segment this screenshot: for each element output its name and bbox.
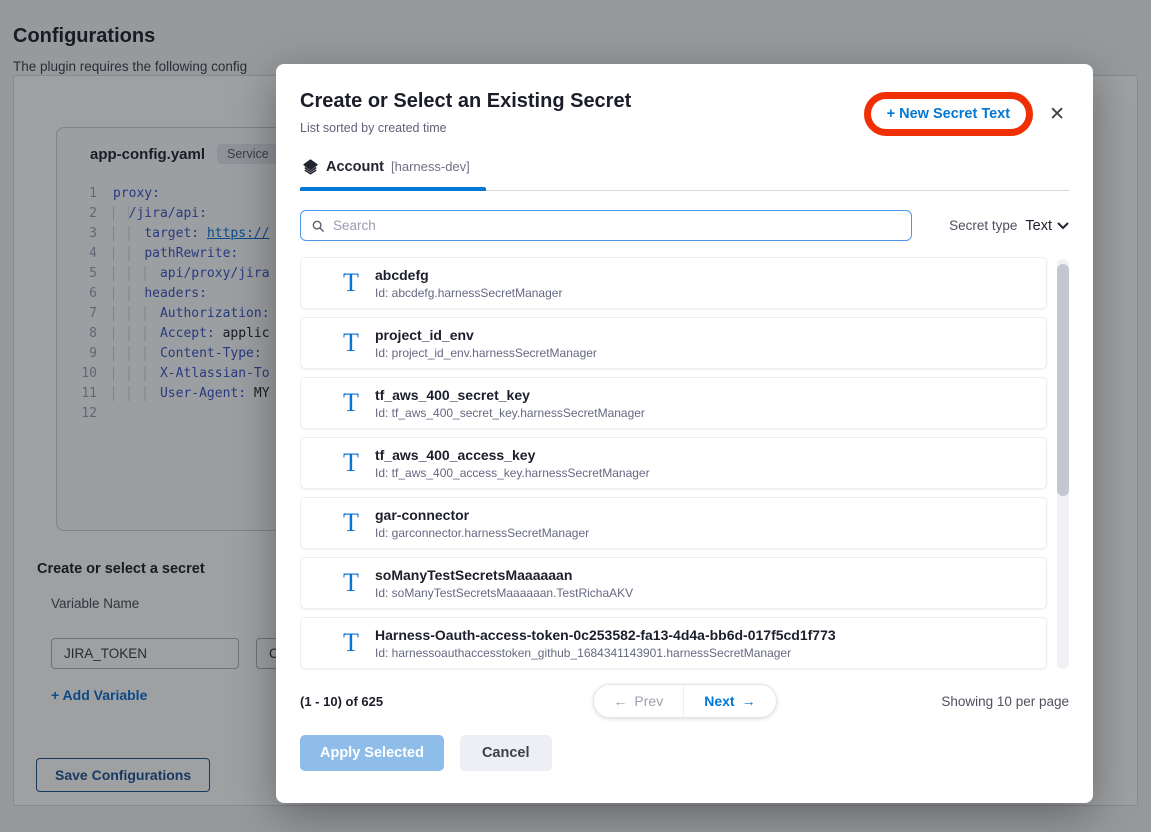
- modal-title: Create or Select an Existing Secret: [300, 90, 631, 113]
- search-box[interactable]: [300, 210, 912, 241]
- secret-id: Id: soManyTestSecretsMaaaaaan.TestRichaA…: [375, 586, 633, 600]
- modal-subtitle: List sorted by created time: [300, 121, 631, 135]
- secret-name: gar-connector: [375, 507, 589, 523]
- secret-list-item[interactable]: T Harness-Oauth-access-token-0c253582-fa…: [300, 617, 1047, 669]
- secret-name: project_id_env: [375, 327, 597, 343]
- pagination-row: (1 - 10) of 625 ← Prev Next → Showing 10…: [300, 683, 1069, 719]
- per-page-text: Showing 10 per page: [941, 694, 1069, 709]
- text-secret-icon: T: [337, 630, 365, 656]
- layers-icon: [302, 158, 319, 175]
- search-icon: [311, 219, 325, 233]
- prev-label: Prev: [634, 693, 663, 709]
- secret-id: Id: project_id_env.harnessSecretManager: [375, 346, 597, 360]
- secret-list-item[interactable]: T abcdefg Id: abcdefg.harnessSecretManag…: [300, 257, 1047, 309]
- modal-header: Create or Select an Existing Secret List…: [300, 90, 1069, 136]
- secret-list: T abcdefg Id: abcdefg.harnessSecretManag…: [300, 257, 1069, 671]
- select-secret-modal: Create or Select an Existing Secret List…: [276, 64, 1093, 803]
- arrow-left-icon: ←: [613, 693, 627, 709]
- secret-id: Id: garconnector.harnessSecretManager: [375, 526, 589, 540]
- secret-name: tf_aws_400_access_key: [375, 447, 650, 463]
- tab-account[interactable]: Account [harness-dev]: [300, 152, 472, 187]
- secret-list-item[interactable]: T tf_aws_400_secret_key Id: tf_aws_400_s…: [300, 377, 1047, 429]
- text-secret-icon: T: [337, 390, 365, 416]
- next-label: Next: [704, 693, 734, 709]
- secret-type-select[interactable]: Text: [1025, 218, 1069, 234]
- active-tab-underline: [300, 187, 486, 191]
- text-secret-icon: T: [337, 450, 365, 476]
- search-row: Secret type Text: [300, 210, 1069, 241]
- secret-name: tf_aws_400_secret_key: [375, 387, 645, 403]
- secret-id: Id: abcdefg.harnessSecretManager: [375, 286, 562, 300]
- secret-list-item[interactable]: T soManyTestSecretsMaaaaaan Id: soManyTe…: [300, 557, 1047, 609]
- secret-type-label: Secret type: [949, 218, 1017, 233]
- pagination-range: (1 - 10) of 625: [300, 694, 383, 709]
- text-secret-icon: T: [337, 510, 365, 536]
- cancel-button[interactable]: Cancel: [460, 735, 552, 771]
- secret-list-item[interactable]: T tf_aws_400_access_key Id: tf_aws_400_a…: [300, 437, 1047, 489]
- scope-tabs: Account [harness-dev]: [300, 152, 1069, 191]
- tab-account-scope: [harness-dev]: [391, 159, 470, 174]
- text-secret-icon: T: [337, 570, 365, 596]
- new-secret-text-button[interactable]: + New Secret Text: [881, 102, 1016, 126]
- secret-id: Id: tf_aws_400_secret_key.harnessSecretM…: [375, 406, 645, 420]
- list-scrollbar[interactable]: [1057, 259, 1069, 669]
- text-secret-icon: T: [337, 330, 365, 356]
- chevron-down-icon: [1057, 222, 1069, 230]
- scrollbar-thumb[interactable]: [1057, 264, 1069, 496]
- modal-footer: Apply Selected Cancel: [300, 735, 1069, 771]
- next-page-button[interactable]: Next →: [683, 685, 775, 717]
- apply-selected-button[interactable]: Apply Selected: [300, 735, 444, 771]
- secret-id: Id: tf_aws_400_access_key.harnessSecretM…: [375, 466, 650, 480]
- secret-name: Harness-Oauth-access-token-0c253582-fa13…: [375, 627, 836, 643]
- search-input[interactable]: [333, 218, 901, 233]
- pagination-pill: ← Prev Next →: [592, 684, 776, 718]
- prev-page-button[interactable]: ← Prev: [593, 685, 683, 717]
- arrow-right-icon: →: [742, 693, 756, 709]
- secret-name: soManyTestSecretsMaaaaaan: [375, 567, 633, 583]
- tab-account-label: Account: [326, 159, 384, 175]
- secret-name: abcdefg: [375, 267, 562, 283]
- annotation-highlight-ring: + New Secret Text: [864, 92, 1033, 136]
- secret-list-item[interactable]: T project_id_env Id: project_id_env.harn…: [300, 317, 1047, 369]
- text-secret-icon: T: [337, 270, 365, 296]
- secret-id: Id: harnessoauthaccesstoken_github_16843…: [375, 646, 836, 660]
- close-icon[interactable]: ✕: [1045, 101, 1069, 128]
- secret-type-value: Text: [1025, 218, 1052, 234]
- secret-list-item[interactable]: T gar-connector Id: garconnector.harness…: [300, 497, 1047, 549]
